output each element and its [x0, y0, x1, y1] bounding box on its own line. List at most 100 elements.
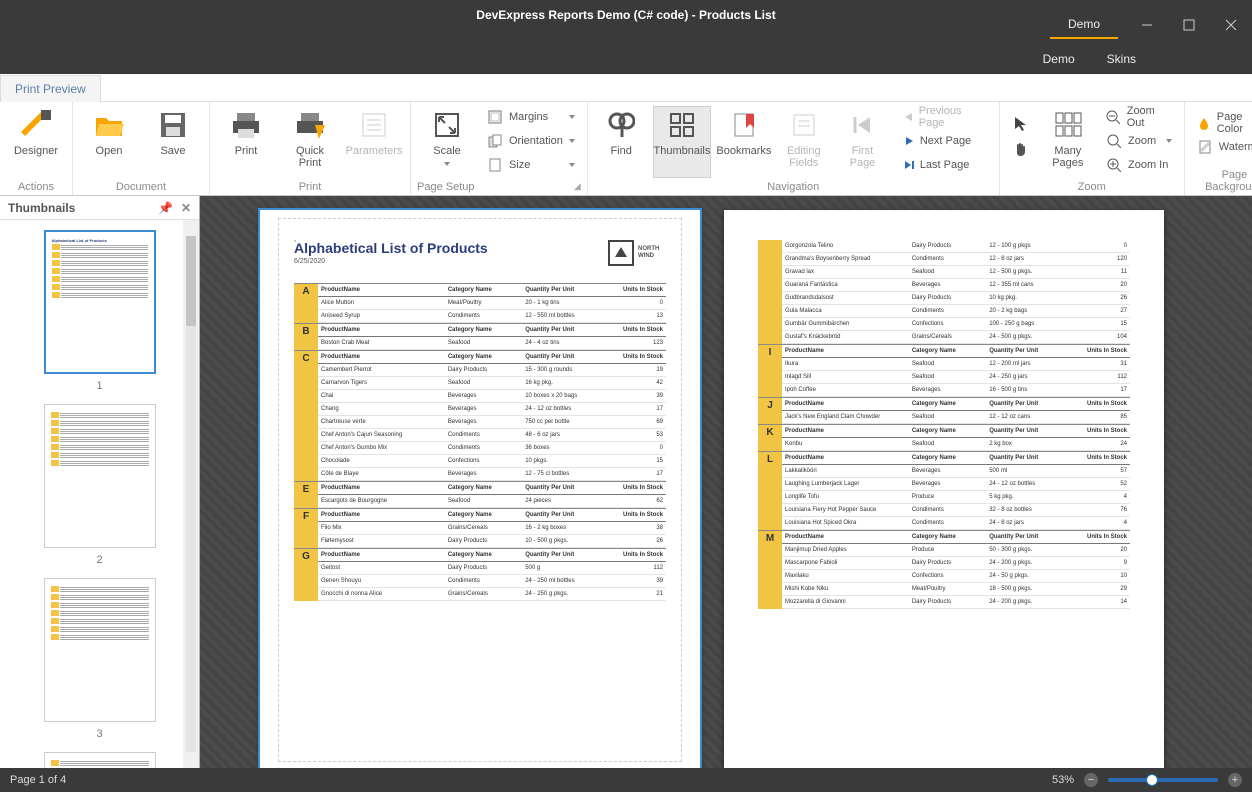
- thumbs-scrollbar[interactable]: [183, 220, 199, 768]
- designer-button[interactable]: Designer: [6, 106, 66, 178]
- preview-page-2[interactable]: Gorgonzola TelinoDairy Products12 - 100 …: [724, 210, 1164, 768]
- print-button[interactable]: Print: [216, 106, 276, 178]
- table-row: Gula MalaccaCondiments20 - 2 kg bags27: [782, 305, 1130, 318]
- watermark-button[interactable]: Watermark: [1191, 136, 1252, 158]
- last-page-button[interactable]: Last Page: [900, 154, 987, 176]
- page-color-button[interactable]: Page Color: [1191, 112, 1252, 134]
- thumbnail-3[interactable]: [44, 578, 156, 722]
- table-row: Mishi Kobe NikuMeat/Poultry18 - 500 g pk…: [782, 583, 1130, 596]
- open-icon: [93, 109, 125, 141]
- table-row: Louisiana Fiery Hot Pepper SauceCondimen…: [782, 504, 1130, 517]
- save-button[interactable]: Save: [143, 106, 203, 178]
- parameters-button[interactable]: Parameters: [344, 106, 404, 178]
- table-row: Gorgonzola TelinoDairy Products12 - 100 …: [782, 240, 1130, 253]
- first-page-icon: [846, 109, 878, 141]
- thumbnail-2[interactable]: [44, 404, 156, 548]
- zoom-out-icon: [1106, 109, 1121, 125]
- next-page-button[interactable]: Next Page: [900, 130, 987, 152]
- bookmarks-icon: [728, 109, 760, 141]
- table-row: KonbuSeafood2 kg box24: [782, 438, 1130, 451]
- status-bar: Page 1 of 4 53% − +: [0, 768, 1252, 792]
- table-row: Mascarpone FabioliDairy Products24 - 200…: [782, 557, 1130, 570]
- thumbnails-panel: Thumbnails 📌 ✕ Alphabetical List of Prod…: [0, 196, 200, 768]
- subtab-demo[interactable]: Demo: [1037, 50, 1081, 74]
- table-header-row: ProductNameCategory NameQuantity Per Uni…: [782, 345, 1130, 358]
- subtab-skins[interactable]: Skins: [1101, 50, 1142, 74]
- table-row: LakkalikööriBeverages500 ml57: [782, 465, 1130, 478]
- watermark-icon: [1197, 139, 1213, 155]
- table-row: Guaraná FantásticaBeverages12 - 355 ml c…: [782, 279, 1130, 292]
- zoom-in-icon: [1106, 157, 1122, 173]
- many-pages-icon: [1052, 109, 1084, 141]
- thumbnail-number: 3: [10, 728, 189, 740]
- margins-button[interactable]: Margins: [481, 106, 581, 128]
- group-print: Print Quick Print Parameters Print: [210, 102, 411, 195]
- zoom-percent: 53%: [1052, 774, 1074, 786]
- logo: NORTH WIND: [608, 238, 662, 268]
- zoom-slider[interactable]: [1108, 778, 1218, 782]
- table-row: Jack's New England Clam ChowderSeafood12…: [782, 411, 1130, 424]
- thumbnails-button[interactable]: Thumbnails: [653, 106, 712, 178]
- quick-print-button[interactable]: Quick Print: [280, 106, 340, 178]
- table-header-row: ProductNameCategory NameQuantity Per Uni…: [782, 425, 1130, 438]
- open-button[interactable]: Open: [79, 106, 139, 178]
- titlebar: DevExpress Reports Demo (C# code) - Prod…: [0, 0, 1252, 50]
- prev-icon: [904, 112, 913, 122]
- table-row: Grandma's Boysenberry SpreadCondiments12…: [782, 253, 1130, 266]
- table-row: Laughing Lumberjack LagerBeverages24 - 1…: [782, 478, 1130, 491]
- first-page-button[interactable]: First Page: [835, 106, 890, 178]
- table-header-row: ProductNameCategory NameQuantity Per Uni…: [782, 531, 1130, 544]
- next-icon: [904, 136, 914, 146]
- thumbnail-1[interactable]: Alphabetical List of Products: [44, 230, 156, 374]
- orientation-button[interactable]: Orientation: [481, 130, 581, 152]
- subtabs: Demo Skins: [0, 50, 1252, 74]
- table-row: Gumbär GummibärchenConfections100 - 250 …: [782, 318, 1130, 331]
- bookmarks-button[interactable]: Bookmarks: [715, 106, 772, 178]
- scale-button[interactable]: Scale: [417, 106, 477, 178]
- zoom-minus-button[interactable]: −: [1084, 773, 1098, 787]
- thumbnails-header: Thumbnails 📌 ✕: [0, 196, 199, 220]
- prev-page-button[interactable]: Previous Page: [900, 106, 987, 128]
- zoom-out-button[interactable]: Zoom Out: [1100, 106, 1178, 128]
- print-preview-tab[interactable]: Print Preview: [0, 75, 101, 102]
- pan-tool-button[interactable]: [1010, 138, 1032, 160]
- page-indicator: Page 1 of 4: [10, 774, 66, 786]
- pagesetup-dialog-icon[interactable]: ◢: [574, 181, 581, 193]
- find-icon: [605, 109, 637, 141]
- table-row: Inlagd SillSeafood24 - 250 g jars112: [782, 371, 1130, 384]
- demo-tab[interactable]: Demo: [1050, 11, 1118, 39]
- table-row: Longlife TofuProduce5 kg pkg.4: [782, 491, 1130, 504]
- preview-page-1[interactable]: NORTH WIND Alphabetical List of Products…: [260, 210, 700, 768]
- print-icon: [230, 109, 262, 141]
- group-pagesetup: Scale Margins Orientation Size Page Setu…: [411, 102, 588, 195]
- main-area: Thumbnails 📌 ✕ Alphabetical List of Prod…: [0, 196, 1252, 768]
- orientation-icon: [487, 133, 503, 149]
- find-button[interactable]: Find: [594, 106, 649, 178]
- thumbnail-number: 2: [10, 554, 189, 566]
- table-row: Gustaf's KnäckebrödGrains/Cereals24 - 50…: [782, 331, 1130, 344]
- margins-icon: [487, 109, 503, 125]
- editing-fields-button[interactable]: Editing Fields: [776, 106, 831, 178]
- editing-icon: [788, 109, 820, 141]
- close-thumbs-icon[interactable]: ✕: [181, 201, 191, 215]
- section-letter: L: [758, 452, 782, 530]
- zoom-in-button[interactable]: Zoom In: [1100, 154, 1178, 176]
- maximize-button[interactable]: [1168, 11, 1210, 39]
- many-pages-button[interactable]: Many Pages: [1040, 106, 1096, 178]
- minimize-button[interactable]: [1126, 11, 1168, 39]
- thumbnail-4[interactable]: [44, 752, 156, 768]
- scale-icon: [431, 109, 463, 141]
- zoom-plus-button[interactable]: +: [1228, 773, 1242, 787]
- zoom-button[interactable]: Zoom: [1100, 130, 1178, 152]
- close-button[interactable]: [1210, 11, 1252, 39]
- table-row: Gravad laxSeafood12 - 500 g pkgs.11: [782, 266, 1130, 279]
- group-zoom: Many Pages Zoom Out Zoom Zoom In Zoom: [1000, 102, 1185, 195]
- preview-viewer[interactable]: NORTH WIND Alphabetical List of Products…: [200, 196, 1252, 768]
- table-row: Louisiana Hot Spiced OkraCondiments24 - …: [782, 517, 1130, 530]
- section-letter: M: [758, 531, 782, 609]
- thumbnails-list[interactable]: Alphabetical List of Products1234: [0, 220, 199, 768]
- size-button[interactable]: Size: [481, 154, 581, 176]
- pointer-tool-button[interactable]: [1010, 112, 1032, 134]
- zoom-icon: [1106, 133, 1122, 149]
- pin-icon[interactable]: 📌: [158, 201, 173, 215]
